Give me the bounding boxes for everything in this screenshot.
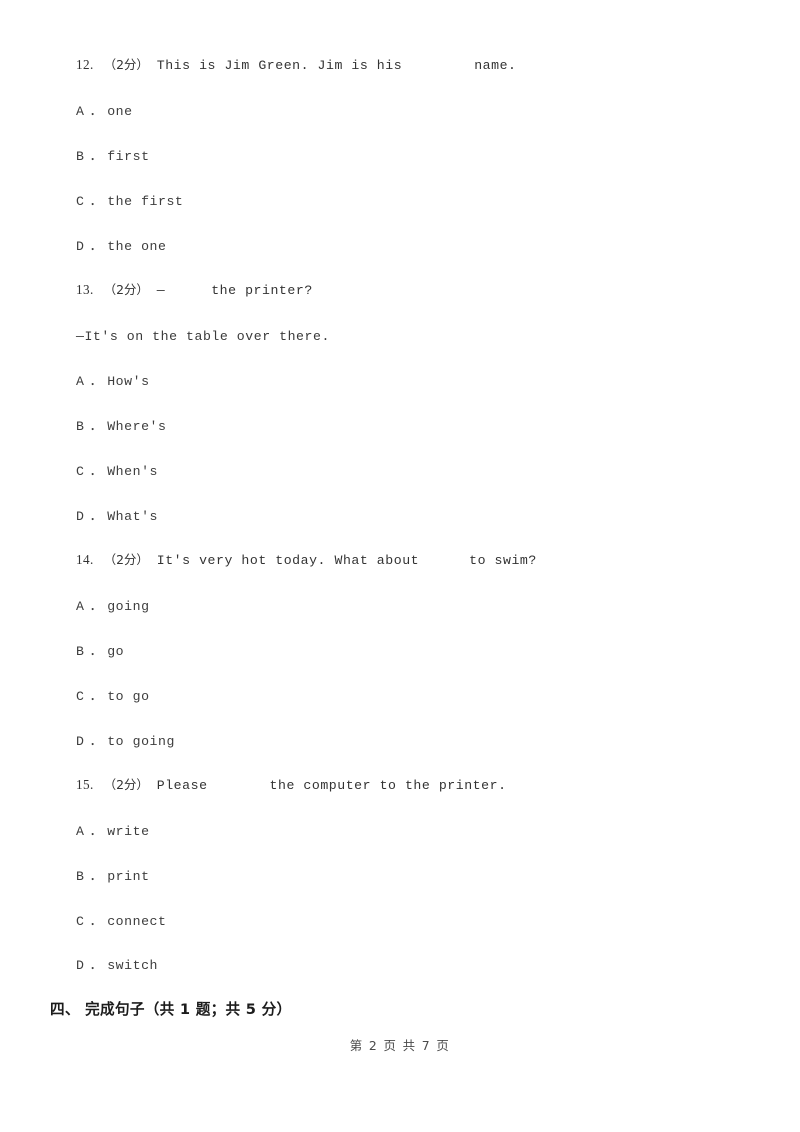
option-text: What's (107, 509, 159, 524)
option-text: switch (107, 958, 159, 973)
document-page: 12. （2分） This is Jim Green. Jim is his name… (0, 0, 800, 1132)
question-stem: 12. （2分） This is Jim Green. Jim is his name… (76, 57, 517, 74)
question-stem-before: This is Jim Green. Jim is his (156, 58, 403, 73)
option-letter: B (76, 869, 85, 884)
question-stem: 15. （2分） Please the computer to the printer… (76, 777, 507, 794)
option-letter: A (76, 104, 85, 119)
option-letter: D (76, 509, 85, 524)
question-stem-after: the printer? (211, 283, 313, 298)
option-text: When's (107, 464, 159, 479)
option-letter: B (76, 419, 85, 434)
option-separator: ． (89, 464, 104, 479)
page-footer: 第 2 页 共 7 页 (349, 1038, 451, 1053)
question-stem-after: name. (474, 58, 517, 73)
option-letter: D (76, 239, 85, 254)
option-item[interactable]: D ． to going (76, 734, 175, 750)
option-text: the one (107, 239, 167, 254)
question-continuation: —It's on the table over there. (76, 329, 330, 344)
option-text: going (107, 599, 150, 614)
option-letter: D (76, 734, 85, 749)
option-separator: ． (89, 194, 104, 209)
question-stem-after: to swim? (469, 553, 537, 568)
option-item[interactable]: B ． Where's (76, 419, 166, 435)
option-text: print (107, 869, 150, 884)
option-item[interactable]: D ． What's (76, 509, 158, 525)
option-item[interactable]: C ． to go (76, 689, 150, 705)
option-separator: ． (89, 149, 104, 164)
option-item[interactable]: B ． first (76, 149, 150, 165)
option-separator: ． (89, 869, 104, 884)
question-stem: 13. （2分） — the printer? (76, 282, 313, 299)
option-item[interactable]: A ． going (76, 599, 150, 615)
option-text: connect (107, 914, 167, 929)
option-letter: A (76, 374, 85, 389)
option-text: the first (107, 194, 184, 209)
option-separator: ． (89, 419, 104, 434)
option-text: first (107, 149, 150, 164)
question-score: （2分） (103, 777, 149, 792)
option-text: How's (107, 374, 150, 389)
question-number: 13. (76, 282, 94, 297)
question-number: 15. (76, 777, 94, 792)
option-letter: C (76, 194, 85, 209)
section-heading: 四、 完成句子（共 1 题；共 5 分） (50, 1001, 292, 1018)
option-separator: ． (89, 599, 104, 614)
option-separator: ． (89, 104, 104, 119)
option-item[interactable]: A ． one (76, 104, 133, 120)
option-separator: ． (89, 374, 104, 389)
option-letter: A (76, 824, 85, 839)
option-text: to going (107, 734, 175, 749)
question-score: （2分） (103, 552, 149, 567)
option-item[interactable]: D ． switch (76, 958, 158, 974)
option-text: Where's (107, 419, 167, 434)
option-letter: A (76, 599, 85, 614)
option-letter: D (76, 958, 85, 973)
question-score: （2分） (103, 282, 149, 297)
option-item[interactable]: D ． the one (76, 239, 166, 255)
option-text: to go (107, 689, 150, 704)
question-stem: 14. （2分） It's very hot today. What about to… (76, 552, 537, 569)
option-letter: B (76, 644, 85, 659)
option-separator: ． (89, 509, 104, 524)
option-separator: ． (89, 644, 104, 659)
question-stem-after: the computer to the printer. (269, 778, 507, 793)
option-letter: C (76, 689, 85, 704)
option-item[interactable]: A ． write (76, 824, 150, 840)
option-text: go (107, 644, 125, 659)
option-item[interactable]: C ． connect (76, 914, 166, 930)
option-item[interactable]: B ． print (76, 869, 150, 885)
option-text: write (107, 824, 150, 839)
option-separator: ． (89, 734, 104, 749)
option-letter: C (76, 914, 85, 929)
question-score: （2分） (103, 57, 149, 72)
option-separator: ． (89, 689, 104, 704)
question-stem-before: Please (156, 778, 208, 793)
option-item[interactable]: C ． the first (76, 194, 183, 210)
option-item[interactable]: C ． When's (76, 464, 158, 480)
option-separator: ． (89, 824, 104, 839)
question-number: 12. (76, 57, 94, 72)
option-separator: ． (89, 958, 104, 973)
option-item[interactable]: A ． How's (76, 374, 150, 390)
question-stem-before: — (156, 283, 166, 298)
option-separator: ． (89, 914, 104, 929)
option-letter: B (76, 149, 85, 164)
option-item[interactable]: B ． go (76, 644, 124, 660)
option-text: one (107, 104, 133, 119)
option-letter: C (76, 464, 85, 479)
option-separator: ． (89, 239, 104, 254)
question-number: 14. (76, 552, 94, 567)
question-stem-before: It's very hot today. What about (156, 553, 420, 568)
